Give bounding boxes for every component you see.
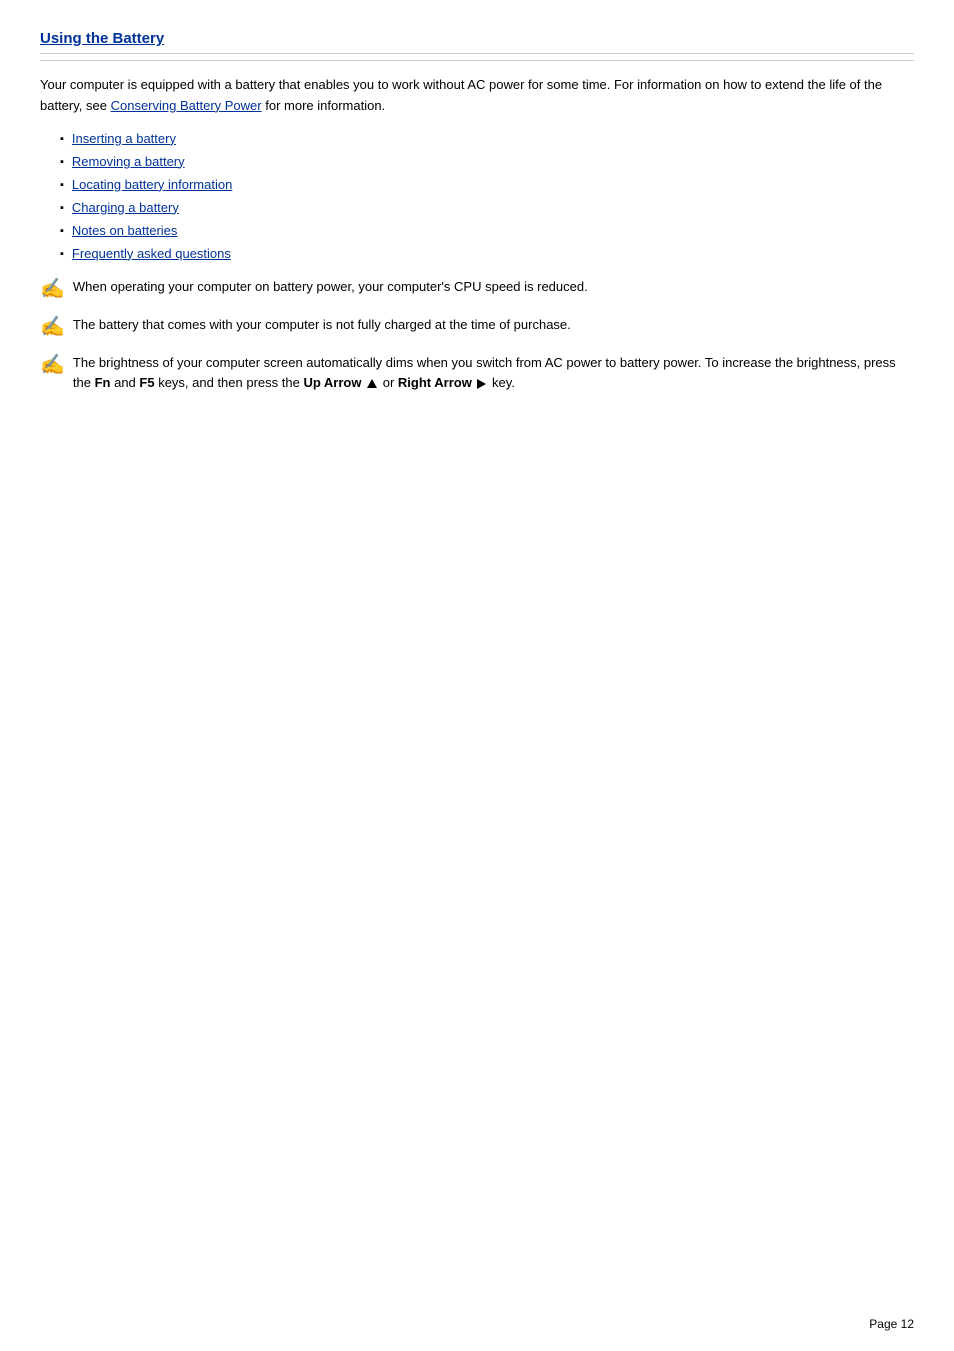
note-2-icon: ✍ — [40, 315, 65, 339]
note-3-or: or — [379, 375, 398, 390]
faq-link[interactable]: Frequently asked questions — [72, 246, 231, 261]
inserting-battery-link[interactable]: Inserting a battery — [72, 131, 176, 146]
note-1-icon: ✍ — [40, 277, 65, 301]
right-arrow-icon — [477, 379, 486, 389]
note-3-mid: keys, and then press the — [155, 375, 304, 390]
title-separator — [40, 60, 914, 61]
page-number: Page 12 — [869, 1317, 914, 1331]
topics-list: Inserting a battery Removing a battery L… — [60, 131, 914, 261]
note-2-block: ✍ The battery that comes with your compu… — [40, 315, 914, 339]
note-3-block: ✍ The brightness of your computer screen… — [40, 353, 914, 395]
note-2-text: The battery that comes with your compute… — [73, 315, 914, 336]
list-item: Inserting a battery — [60, 131, 914, 146]
list-item: Notes on batteries — [60, 223, 914, 238]
conserving-battery-power-link[interactable]: Conserving Battery Power — [111, 98, 262, 113]
f5-key: F5 — [139, 375, 154, 390]
removing-battery-link[interactable]: Removing a battery — [72, 154, 185, 169]
note-3-icon: ✍ — [40, 353, 65, 377]
page-title: Using the Battery — [40, 30, 914, 54]
fn-key: Fn — [95, 375, 111, 390]
right-arrow-label: Right Arrow — [398, 375, 472, 390]
note-1-block: ✍ When operating your computer on batter… — [40, 277, 914, 301]
up-arrow-label: Up Arrow — [303, 375, 361, 390]
note-1-text: When operating your computer on battery … — [73, 277, 914, 298]
intro-paragraph: Your computer is equipped with a battery… — [40, 75, 914, 117]
note-3-text: The brightness of your computer screen a… — [73, 353, 914, 395]
note-3-and: and — [110, 375, 139, 390]
notes-on-batteries-link[interactable]: Notes on batteries — [72, 223, 178, 238]
charging-battery-link[interactable]: Charging a battery — [72, 200, 179, 215]
locating-battery-link[interactable]: Locating battery information — [72, 177, 232, 192]
intro-suffix: for more information. — [265, 98, 385, 113]
list-item: Locating battery information — [60, 177, 914, 192]
list-item: Frequently asked questions — [60, 246, 914, 261]
up-arrow-icon — [367, 379, 377, 388]
list-item: Removing a battery — [60, 154, 914, 169]
list-item: Charging a battery — [60, 200, 914, 215]
note-3-suffix: key. — [488, 375, 515, 390]
page-container: Using the Battery Your computer is equip… — [0, 0, 954, 468]
